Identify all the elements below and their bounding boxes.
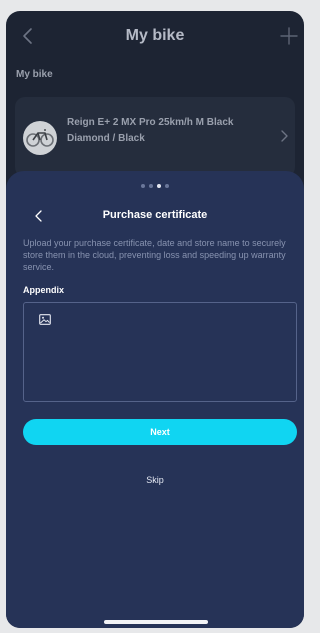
step-indicator [6,184,304,188]
home-indicator [104,620,208,624]
step-dot [141,184,145,188]
step-dot-active [157,184,161,188]
bike-thumbnail [23,121,57,155]
add-bike-button[interactable] [278,25,300,47]
plus-icon [280,27,298,45]
appendix-label: Appendix [23,285,65,295]
purchase-certificate-sheet: Purchase certificate Upload your purchas… [6,171,304,628]
bicycle-icon [26,129,54,147]
appendix-upload-area[interactable] [23,302,297,402]
sheet-description: Upload your purchase certificate, date a… [23,238,286,272]
step-dot [149,184,153,188]
next-button[interactable]: Next [23,419,297,445]
page-title: My bike [125,27,185,44]
chevron-right-icon [279,129,289,143]
image-icon [39,314,51,325]
top-bar: My bike [6,11,304,61]
section-label: My bike [16,69,53,80]
phone-screen: My bike My bike Reign E+ 2 MX Pro 25km/h… [6,11,304,628]
bike-name: Reign E+ 2 MX Pro 25km/h M Black Diamond… [67,117,234,144]
skip-button[interactable]: Skip [6,475,304,485]
bike-card[interactable]: Reign E+ 2 MX Pro 25km/h M Black Diamond… [15,97,295,177]
sheet-title: Purchase certificate [102,209,208,221]
step-dot [165,184,169,188]
